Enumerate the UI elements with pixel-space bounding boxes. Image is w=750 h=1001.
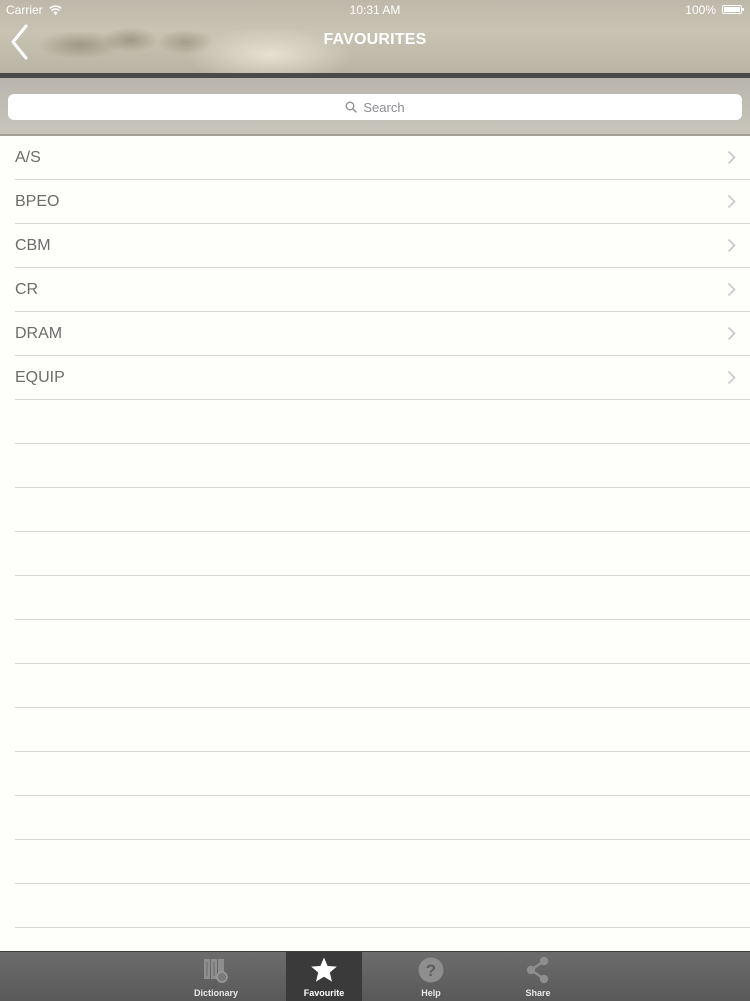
svg-text:?: ? xyxy=(426,961,436,980)
search-placeholder-wrap: Search xyxy=(8,94,742,120)
star-icon xyxy=(311,957,337,982)
tab-share[interactable]: Share xyxy=(500,952,576,1001)
list-item-label: BPEO xyxy=(15,193,60,210)
empty-list-row xyxy=(15,796,750,840)
empty-list-row xyxy=(15,752,750,796)
empty-list-row xyxy=(15,576,750,620)
status-time: 10:31 AM xyxy=(349,3,401,17)
chevron-right-icon xyxy=(727,326,736,341)
empty-list-row xyxy=(15,488,750,532)
empty-rows xyxy=(0,400,750,928)
list-item[interactable]: BPEO xyxy=(15,180,750,224)
list-item-label: CR xyxy=(15,281,39,298)
tab-help[interactable]: ? Help xyxy=(393,952,469,1001)
empty-list-row xyxy=(15,884,750,928)
list-item[interactable]: A/S xyxy=(15,136,750,180)
battery-percentage: 100% xyxy=(685,3,716,17)
empty-list-row xyxy=(15,444,750,488)
search-input[interactable]: Search xyxy=(8,94,742,120)
chevron-right-icon xyxy=(727,194,736,209)
chevron-right-icon xyxy=(727,370,736,385)
tab-favourite[interactable]: Favourite xyxy=(286,952,362,1001)
list-item[interactable]: CBM xyxy=(15,224,750,268)
favourites-list: A/S BPEO CBM CR DRAM EQUIP xyxy=(0,136,750,951)
page-title: FAVOURITES xyxy=(323,31,427,48)
search-placeholder: Search xyxy=(363,99,405,115)
chevron-right-icon xyxy=(727,282,736,297)
search-bar: Search xyxy=(0,78,750,136)
tab-bar: Dictionary Favourite ? Help Share xyxy=(0,951,750,1001)
empty-list-row xyxy=(15,400,750,444)
empty-list-row xyxy=(15,840,750,884)
battery-icon xyxy=(722,5,744,14)
empty-list-row xyxy=(15,620,750,664)
dictionary-icon xyxy=(204,959,228,983)
tab-label: Dictionary xyxy=(193,988,238,998)
list-item-label: DRAM xyxy=(15,325,63,342)
help-icon: ? xyxy=(418,957,444,983)
search-icon xyxy=(345,101,358,113)
chevron-right-icon xyxy=(727,238,736,253)
status-bar: Carrier 10:31 AM 100% xyxy=(0,0,750,20)
list-item[interactable]: DRAM xyxy=(15,312,750,356)
tab-label: Help xyxy=(421,988,441,998)
chevron-right-icon xyxy=(727,150,736,165)
empty-list-row xyxy=(15,664,750,708)
empty-list-row xyxy=(15,708,750,752)
share-icon xyxy=(526,956,549,984)
list-item-label: EQUIP xyxy=(15,369,65,386)
tab-label: Share xyxy=(525,988,551,998)
tab-label: Favourite xyxy=(303,988,345,998)
list-item[interactable]: EQUIP xyxy=(15,356,750,400)
empty-list-row xyxy=(15,532,750,576)
list-item-label: A/S xyxy=(15,149,41,166)
navigation-header: Carrier 10:31 AM 100% FAVOURITES xyxy=(0,0,750,78)
list-item[interactable]: CR xyxy=(15,268,750,312)
list-item-label: CBM xyxy=(15,237,51,254)
tab-dictionary[interactable]: Dictionary xyxy=(178,952,254,1001)
